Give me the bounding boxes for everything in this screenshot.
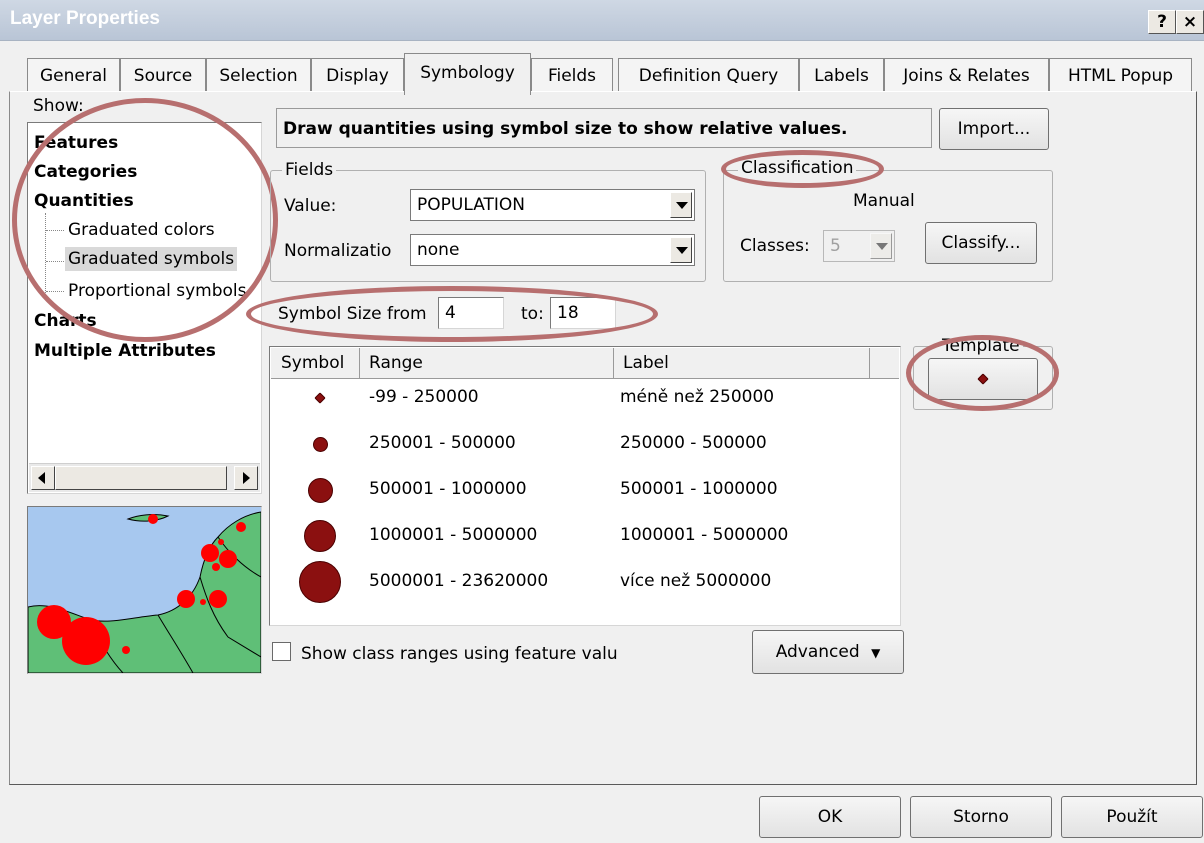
range-cell[interactable]: 250001 - 500000 (369, 433, 516, 453)
column-header-symbol[interactable]: Symbol (271, 348, 360, 378)
value-field-value: POPULATION (417, 195, 525, 215)
tree-horizontal-scrollbar[interactable] (29, 463, 260, 492)
tab-display[interactable]: Display (311, 58, 404, 92)
chevron-down-icon[interactable] (670, 237, 692, 263)
class-symbol-icon[interactable] (314, 392, 326, 404)
normalization-value: none (417, 240, 460, 260)
value-field-dropdown[interactable]: POPULATION (410, 189, 695, 221)
description-text: Draw quantities using symbol size to sho… (283, 119, 848, 139)
table-row[interactable]: 250001 - 500000 250000 - 500000 (270, 425, 900, 471)
tab-general[interactable]: General (27, 58, 120, 92)
tab-symbology[interactable]: Symbology (404, 53, 531, 95)
description-box: Draw quantities using symbol size to sho… (276, 108, 932, 148)
scroll-thumb[interactable] (55, 466, 227, 490)
show-class-ranges-label: Show class ranges using feature valu (301, 644, 618, 664)
annotation-oval (906, 335, 1059, 411)
table-row[interactable]: 1000001 - 5000000 1000001 - 5000000 (270, 517, 900, 563)
apply-button[interactable]: Použít (1061, 796, 1203, 838)
table-row[interactable]: -99 - 250000 méně než 250000 (270, 379, 900, 425)
close-button[interactable]: × (1176, 10, 1204, 34)
chevron-down-icon[interactable] (670, 192, 692, 218)
table-body: -99 - 250000 méně než 250000 250001 - 5000… (270, 379, 900, 619)
help-button[interactable]: ? (1148, 10, 1176, 34)
label-cell[interactable]: více než 5000000 (620, 571, 771, 591)
range-cell[interactable]: -99 - 250000 (369, 387, 479, 407)
normalization-label: Normalizatio (284, 241, 392, 261)
symbology-preview-map (27, 506, 262, 674)
column-header-label[interactable]: Label (613, 348, 870, 378)
preview-map-graphic (28, 507, 261, 673)
table-row[interactable]: 500001 - 1000000 500001 - 1000000 (270, 471, 900, 517)
table-header: Symbol Range Label (271, 348, 899, 379)
fields-group-title: Fields (282, 160, 337, 180)
classification-method: Manual (853, 191, 915, 211)
tab-source[interactable]: Source (120, 58, 206, 92)
label-cell[interactable]: 250000 - 500000 (620, 433, 767, 453)
tab-labels[interactable]: Labels (799, 58, 884, 92)
scroll-right-arrow-icon[interactable] (234, 466, 258, 490)
title-bar[interactable]: Layer Properties ? × (0, 0, 1204, 41)
tab-selection[interactable]: Selection (206, 58, 311, 92)
advanced-label: Advanced (775, 642, 860, 662)
tab-definition-query[interactable]: Definition Query (618, 58, 799, 92)
range-cell[interactable]: 1000001 - 5000000 (369, 525, 537, 545)
annotation-oval (721, 150, 884, 188)
tree-item-multiple-attributes[interactable]: Multiple Attributes (34, 341, 216, 361)
label-cell[interactable]: méně než 250000 (620, 387, 774, 407)
classes-value: 5 (830, 236, 841, 256)
classes-dropdown[interactable]: 5 (823, 230, 895, 262)
value-label: Value: (284, 196, 337, 216)
table-row[interactable]: 5000001 - 23620000 více než 5000000 (270, 561, 900, 609)
label-cell[interactable]: 500001 - 1000000 (620, 479, 778, 499)
ok-button[interactable]: OK (759, 796, 901, 838)
column-header-range[interactable]: Range (359, 348, 614, 378)
show-class-ranges-checkbox[interactable] (272, 642, 291, 661)
tab-html-popup[interactable]: HTML Popup (1049, 58, 1192, 92)
advanced-button[interactable]: Advanced ▼ (752, 630, 904, 674)
range-cell[interactable]: 5000001 - 23620000 (369, 571, 548, 591)
annotation-oval (12, 98, 278, 342)
tab-joins-relates[interactable]: Joins & Relates (884, 58, 1049, 92)
label-cell[interactable]: 1000001 - 5000000 (620, 525, 788, 545)
layer-properties-dialog: Layer Properties ? × General Source Sele… (0, 0, 1204, 843)
chevron-down-icon[interactable] (870, 233, 892, 259)
show-label: Show: (33, 96, 84, 116)
cancel-button[interactable]: Storno (910, 796, 1052, 838)
class-symbol-icon[interactable] (304, 520, 336, 552)
class-symbol-icon[interactable] (312, 436, 328, 452)
class-table[interactable]: Symbol Range Label -99 - 250000 méně než … (269, 346, 901, 626)
range-cell[interactable]: 500001 - 1000000 (369, 479, 527, 499)
tab-fields[interactable]: Fields (531, 58, 613, 92)
dropdown-arrow-icon: ▼ (871, 646, 881, 660)
import-button[interactable]: Import... (939, 108, 1049, 150)
normalization-dropdown[interactable]: none (410, 234, 695, 266)
class-symbol-icon[interactable] (307, 477, 333, 503)
scroll-left-arrow-icon[interactable] (31, 466, 55, 490)
class-symbol-icon[interactable] (299, 561, 341, 603)
annotation-oval (246, 286, 658, 342)
classes-label: Classes: (740, 236, 810, 256)
classify-button[interactable]: Classify... (925, 222, 1037, 264)
window-title: Layer Properties (10, 8, 160, 29)
